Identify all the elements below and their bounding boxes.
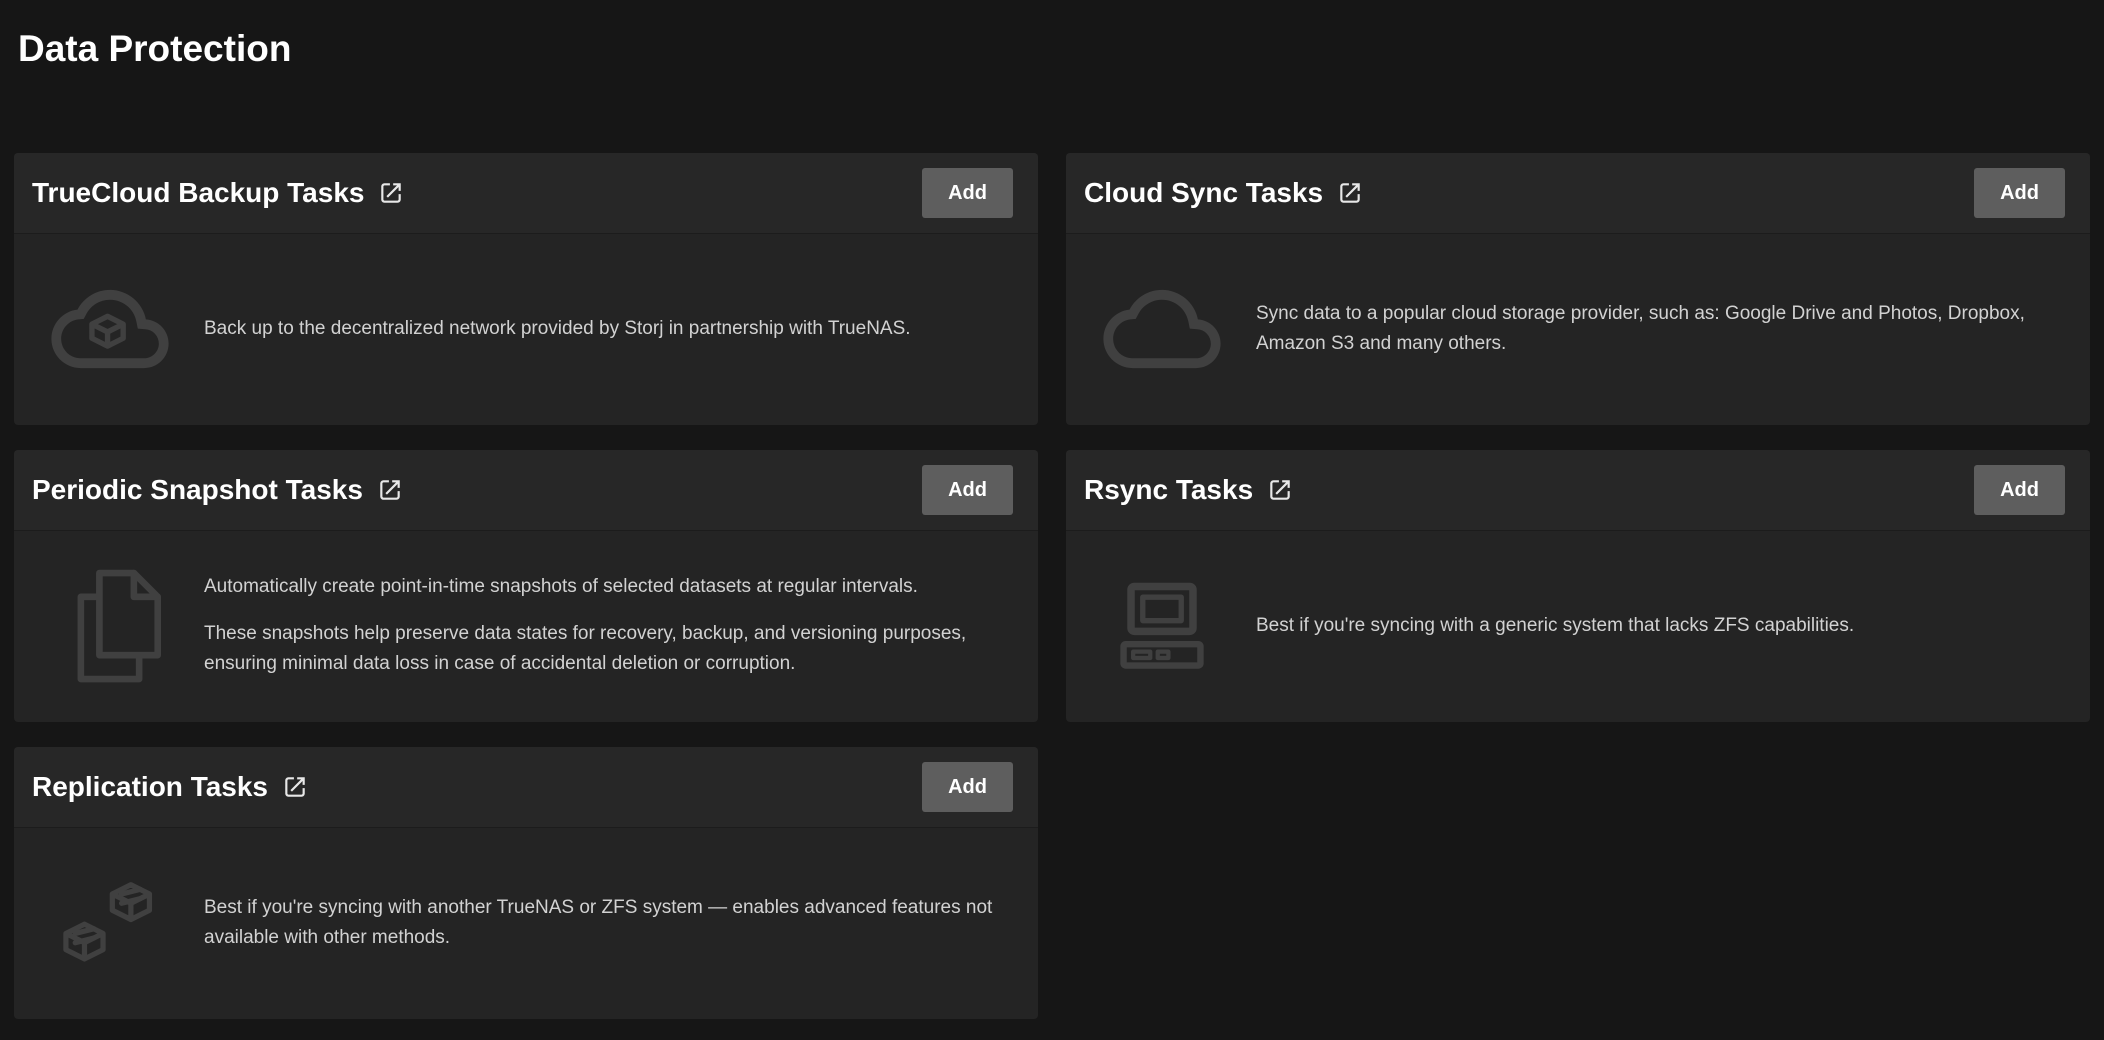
card-periodic-snapshot-tasks: Periodic Snapshot Tasks Add Automati [14,450,1038,722]
card-body: Automatically create point-in-time snaps… [14,531,1038,722]
description-paragraph: Back up to the decentralized network pro… [204,314,911,344]
truecloud-backup-tasks-link[interactable]: TrueCloud Backup Tasks [32,177,404,209]
card-description: Best if you're syncing with a generic sy… [1256,611,1854,641]
card-body: Best if you're syncing with a generic sy… [1066,531,2090,722]
storj-cloud-icon [48,287,172,371]
card-header: Replication Tasks Add [14,747,1038,828]
page-title: Data Protection [14,0,2090,71]
add-periodic-snapshot-task-button[interactable]: Add [922,465,1013,515]
open-in-new-icon[interactable] [377,477,403,503]
card-description: Back up to the decentralized network pro… [204,314,911,344]
snapshot-documents-icon [48,565,172,687]
card-description: Sync data to a popular cloud storage pro… [1256,299,2056,360]
card-rsync-tasks: Rsync Tasks Add [1066,450,2090,722]
add-truecloud-backup-task-button[interactable]: Add [922,168,1013,218]
card-header: Rsync Tasks Add [1066,450,2090,531]
description-paragraph: Automatically create point-in-time snaps… [204,572,1004,602]
card-title: Replication Tasks [32,771,268,803]
replication-boxes-icon [48,877,172,969]
description-paragraph: These snapshots help preserve data state… [204,619,1004,680]
add-rsync-task-button[interactable]: Add [1974,465,2065,515]
card-title: TrueCloud Backup Tasks [32,177,364,209]
open-in-new-icon[interactable] [1267,477,1293,503]
card-body: Best if you're syncing with another True… [14,828,1038,1019]
replication-tasks-link[interactable]: Replication Tasks [32,771,308,803]
card-title: Rsync Tasks [1084,474,1253,506]
description-paragraph: Sync data to a popular cloud storage pro… [1256,299,2056,360]
card-truecloud-backup-tasks: TrueCloud Backup Tasks Add Back up to th… [14,153,1038,425]
card-replication-tasks: Replication Tasks Add B [14,747,1038,1019]
card-title: Cloud Sync Tasks [1084,177,1323,209]
card-description: Best if you're syncing with another True… [204,893,1004,954]
card-description: Automatically create point-in-time snaps… [204,572,1004,679]
cards-grid: TrueCloud Backup Tasks Add Back up to th… [14,153,2090,1019]
description-paragraph: Best if you're syncing with a generic sy… [1256,611,1854,641]
card-header: Periodic Snapshot Tasks Add [14,450,1038,531]
periodic-snapshot-tasks-link[interactable]: Periodic Snapshot Tasks [32,474,403,506]
description-paragraph: Best if you're syncing with another True… [204,893,1004,954]
add-replication-task-button[interactable]: Add [922,762,1013,812]
card-title: Periodic Snapshot Tasks [32,474,363,506]
data-protection-page: Data Protection TrueCloud Backup Tasks A… [0,0,2104,1019]
add-cloud-sync-task-button[interactable]: Add [1974,168,2065,218]
rsync-tasks-link[interactable]: Rsync Tasks [1084,474,1293,506]
open-in-new-icon[interactable] [282,774,308,800]
card-cloud-sync-tasks: Cloud Sync Tasks Add Sync data to a popu… [1066,153,2090,425]
open-in-new-icon[interactable] [1337,180,1363,206]
cloud-sync-tasks-link[interactable]: Cloud Sync Tasks [1084,177,1363,209]
computer-icon [1100,579,1224,673]
card-body: Sync data to a popular cloud storage pro… [1066,234,2090,425]
cloud-icon [1100,287,1224,371]
card-body: Back up to the decentralized network pro… [14,234,1038,425]
card-header: TrueCloud Backup Tasks Add [14,153,1038,234]
card-header: Cloud Sync Tasks Add [1066,153,2090,234]
open-in-new-icon[interactable] [378,180,404,206]
